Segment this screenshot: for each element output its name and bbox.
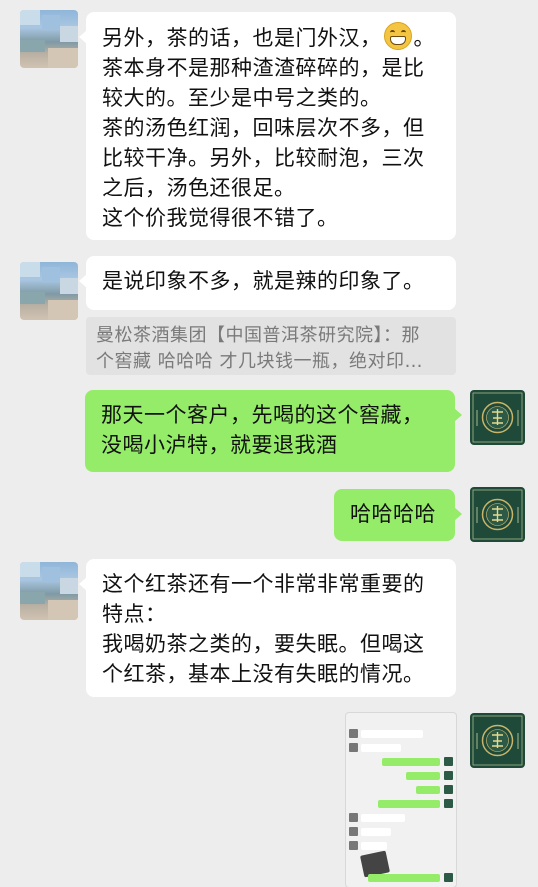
- message-line: 较大的。至少是中号之类的。: [102, 86, 382, 110]
- message-bubble-4[interactable]: 哈哈哈哈: [334, 489, 462, 541]
- message-line: 特点：: [102, 602, 167, 626]
- message-line: 这个价我觉得很不错了。: [102, 206, 339, 230]
- quoted-reply[interactable]: 曼松茶酒集团【中国普洱茶研究院】：那 个窖藏 哈哈哈 才几块钱一瓶，绝对印…: [86, 317, 456, 375]
- contact-avatar[interactable]: [20, 262, 78, 320]
- grinning-face-icon: [383, 22, 412, 50]
- contact-avatar[interactable]: [20, 562, 78, 620]
- self-avatar[interactable]: [470, 487, 525, 542]
- message-line: 茶本身不是那种渣渣碎碎的，是比: [102, 56, 425, 80]
- message-line: 另外，茶的话，也是门外汉，。: [102, 22, 442, 53]
- message-line: 哈哈哈哈: [350, 502, 436, 526]
- tea-brand-logo-icon: [472, 392, 523, 443]
- message-line: 个红茶，基本上没有失眠的情况。: [102, 662, 425, 686]
- message-bubble-5[interactable]: 这个红茶还有一个非常非常重要的 特点： 我喝奶茶之类的，要失眠。但喝这 个红茶，…: [79, 559, 456, 697]
- message-line: 我喝奶茶之类的，要失眠。但喝这: [102, 632, 425, 656]
- message-bubble-2[interactable]: 是说印象不多，就是辣的印象了。: [79, 256, 456, 310]
- self-avatar[interactable]: [470, 713, 525, 768]
- message-line: 这个红茶还有一个非常非常重要的: [102, 572, 425, 596]
- contact-avatar[interactable]: [20, 10, 78, 68]
- quote-line: 个窖藏 哈哈哈 才几块钱一瓶，绝对印…: [96, 351, 423, 372]
- message-bubble-3[interactable]: 那天一个客户，先喝的这个窖藏， 没喝小泸特，就要退我酒: [85, 390, 462, 472]
- tea-brand-logo-icon: [472, 715, 523, 766]
- tea-brand-logo-icon: [472, 489, 523, 540]
- message-line: 茶的汤色红润，回味层次不多，但: [102, 116, 425, 140]
- screenshot-header: [346, 716, 456, 724]
- message-line: 比较干净。另外，比较耐泡，三次: [102, 146, 425, 170]
- chat-screenshot-image[interactable]: [346, 713, 456, 887]
- message-line: 之后，汤色还很足。: [102, 176, 296, 200]
- self-avatar[interactable]: [470, 390, 525, 445]
- message-bubble-1[interactable]: 另外，茶的话，也是门外汉，。 茶本身不是那种渣渣碎碎的，是比 较大的。至少是中号…: [79, 12, 456, 240]
- message-line: 那天一个客户，先喝的这个窖藏，: [101, 403, 424, 427]
- message-line: 没喝小泸特，就要退我酒: [101, 433, 338, 457]
- quote-line: 曼松茶酒集团【中国普洱茶研究院】：那: [96, 325, 420, 346]
- message-line: 是说印象不多，就是辣的印象了。: [102, 269, 425, 293]
